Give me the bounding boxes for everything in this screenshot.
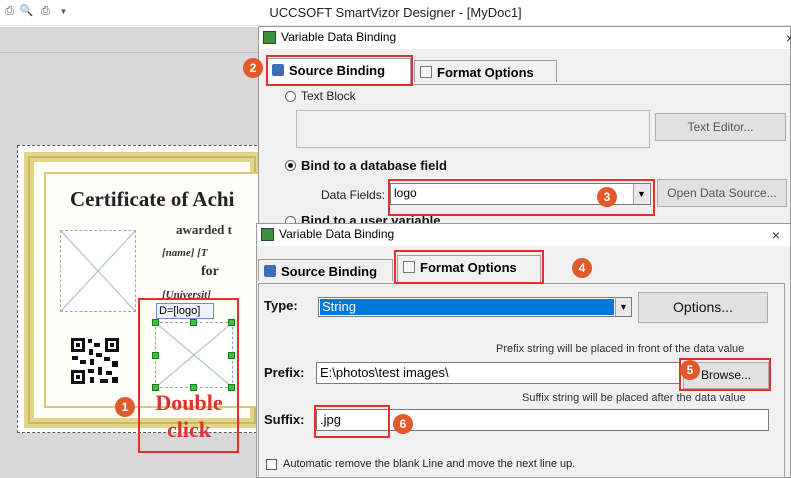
dialog-title: Variable Data Binding (279, 227, 395, 241)
step-badge-3: 3 (597, 187, 617, 207)
step-badge-5: 5 (680, 360, 700, 380)
suffix-label: Suffix: (264, 412, 305, 427)
bind-database-label: Bind to a database field (301, 158, 447, 173)
database-icon (264, 265, 276, 277)
prefix-label: Prefix: (264, 365, 305, 380)
certificate-title[interactable]: Certificate of Achi (70, 187, 270, 212)
chevron-down-icon[interactable]: ▼ (615, 298, 631, 316)
prefix-input[interactable]: E:\photos\test images\ (316, 362, 681, 384)
auto-remove-checkbox[interactable] (266, 459, 277, 470)
double-click-line2: click (167, 417, 211, 442)
tab-format-options-label: Format Options (437, 65, 534, 80)
tab-source-binding[interactable]: Source Binding (258, 259, 393, 281)
auto-remove-label: Automatic remove the blank Line and move… (283, 458, 576, 470)
step-badge-6: 6 (393, 414, 413, 434)
radio-text-block[interactable] (285, 91, 296, 102)
dialog-app-icon (261, 228, 274, 241)
data-fields-label: Data Fields: (321, 188, 386, 202)
image-placeholder-icon (60, 230, 136, 312)
canvas-guide-line (0, 52, 258, 53)
annotation-box-suffix (314, 405, 390, 438)
radio-bind-database[interactable] (285, 160, 296, 171)
type-select[interactable]: String (318, 297, 632, 317)
dialog-app-icon (263, 31, 276, 44)
annotation-box-source-binding (266, 55, 413, 86)
text-block-label: Text Block (301, 89, 356, 103)
step-badge-1: 1 (115, 397, 135, 417)
certificate-for-text[interactable]: for (201, 264, 219, 280)
step-badge-4: 4 (572, 258, 592, 278)
type-label: Type: (264, 298, 298, 313)
close-icon[interactable]: × (767, 226, 785, 244)
text-editor-button[interactable]: Text Editor... (655, 113, 786, 141)
type-value: String (320, 299, 614, 315)
app-title: UCCSOFT SmartVizor Designer - [MyDoc1] (269, 5, 522, 20)
double-click-annotation: Double click (146, 389, 232, 443)
prefix-hint: Prefix string will be placed in front of… (496, 343, 745, 355)
certificate-awarded-text[interactable]: awarded t (176, 222, 232, 238)
qr-code[interactable] (70, 337, 120, 385)
tab-format-options[interactable]: Format Options (414, 60, 557, 82)
suffix-hint: Suffix string will be placed after the d… (522, 392, 746, 404)
text-block-input[interactable] (296, 110, 650, 148)
step-badge-2: 2 (243, 58, 263, 78)
qr-code-icon (70, 337, 120, 385)
options-button[interactable]: Options... (638, 292, 768, 323)
tab-source-binding-label: Source Binding (281, 264, 378, 279)
certificate-name-field[interactable]: [name] [T (162, 247, 208, 259)
photo-placeholder[interactable] (60, 230, 136, 312)
annotation-box-format-options (394, 250, 544, 284)
format-icon (420, 66, 432, 78)
close-icon[interactable]: × (781, 29, 791, 47)
dialog-title: Variable Data Binding (281, 30, 397, 44)
double-click-line1: Double (155, 390, 223, 415)
open-data-source-button[interactable]: Open Data Source... (657, 179, 787, 207)
